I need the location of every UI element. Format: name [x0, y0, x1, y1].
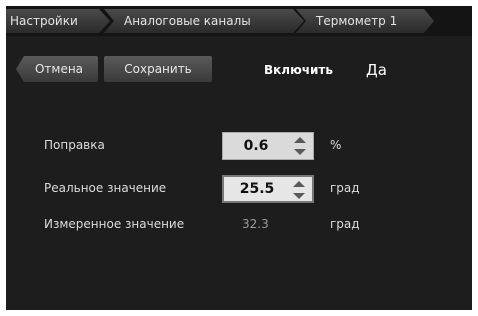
- breadcrumb-item-settings[interactable]: Настройки: [6, 9, 110, 33]
- real-value-unit: град: [330, 181, 360, 195]
- measured-value-label: Измеренное значение: [44, 217, 185, 231]
- arrow-up-icon[interactable]: [293, 181, 305, 187]
- correction-unit: %: [330, 138, 342, 152]
- breadcrumb: Настройки Аналоговые каналы Термометр 1: [6, 6, 472, 36]
- correction-input[interactable]: [227, 133, 285, 159]
- up-down-arrows-icon[interactable]: [291, 180, 307, 200]
- save-button[interactable]: Сохранить: [104, 56, 212, 82]
- arrow-down-icon[interactable]: [293, 193, 305, 199]
- arrow-down-icon[interactable]: [294, 149, 306, 155]
- enable-label: Включить: [264, 63, 333, 77]
- breadcrumb-item-label: Термометр 1: [316, 14, 398, 28]
- breadcrumb-item-label: Аналоговые каналы: [124, 14, 251, 28]
- measured-value: 32.3: [242, 217, 269, 231]
- breadcrumb-item-label: Настройки: [10, 14, 78, 28]
- arrow-up-icon[interactable]: [294, 137, 306, 143]
- breadcrumb-item-analog-channels[interactable]: Аналоговые каналы: [104, 9, 304, 33]
- measured-value-unit: град: [330, 217, 360, 231]
- up-down-arrows-icon[interactable]: [292, 136, 308, 156]
- correction-label: Поправка: [44, 138, 105, 152]
- real-value-input[interactable]: [228, 177, 286, 201]
- real-value-label: Реальное значение: [44, 181, 167, 195]
- settings-panel: Настройки Аналоговые каналы Термометр 1 …: [6, 6, 472, 310]
- cancel-button[interactable]: Отмена: [16, 56, 98, 82]
- real-value-stepper[interactable]: [222, 175, 314, 203]
- correction-stepper[interactable]: [222, 132, 314, 160]
- enable-value[interactable]: Да: [366, 61, 387, 79]
- breadcrumb-item-thermometer[interactable]: Термометр 1: [296, 9, 434, 33]
